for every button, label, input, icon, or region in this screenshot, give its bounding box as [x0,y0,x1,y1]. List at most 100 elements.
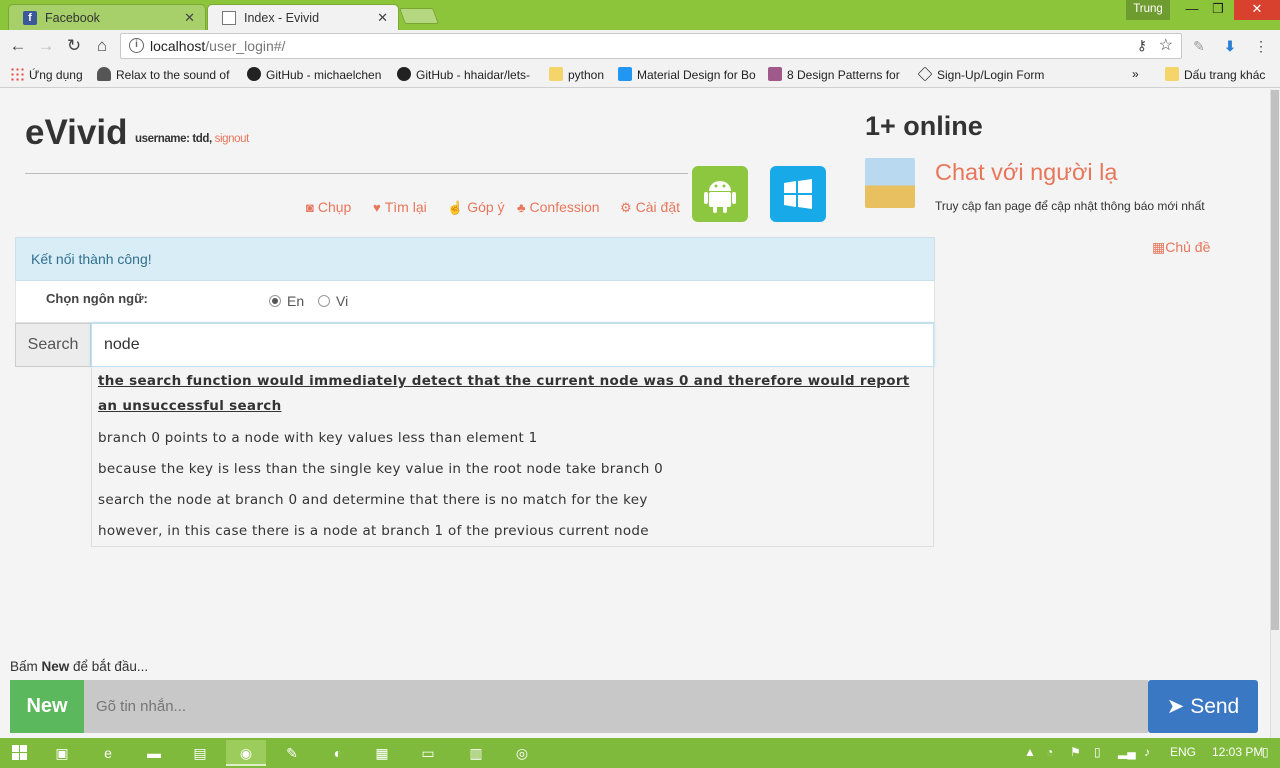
cmd-icon[interactable]: ▭ [408,740,448,766]
menu-item-gop-y[interactable]: ☝ Góp ý [447,199,505,216]
key-icon[interactable]: ⚷ [1137,37,1147,54]
chat-prompt: Bấm New để bắt đầu... [10,659,148,674]
flag-icon[interactable]: ⚑ [1070,745,1081,759]
bookmark-label: Dấu trang khác [1184,68,1266,82]
battery-icon[interactable]: ▯ [1094,745,1101,759]
menu-item-tim-lai[interactable]: ♥ Tìm lại [373,199,427,215]
material-icon [618,67,632,81]
notifications-icon[interactable]: ▯ [1262,745,1269,759]
scrollbar-thumb[interactable] [1271,90,1279,630]
menu-item-chup[interactable]: ◙ Chụp [306,199,351,215]
ie-icon[interactable]: e [88,740,128,766]
new-chat-button[interactable]: New [10,680,84,733]
topics-label: Chủ đề [1165,239,1211,255]
close-icon[interactable]: ✕ [377,7,388,29]
topics-link[interactable]: ▦Chủ đề [1152,239,1210,256]
signout-link[interactable]: signout [215,133,250,145]
bookmark-label: GitHub - michaelchen [266,68,382,82]
suggestion-item[interactable]: search the node at branch 0 and determin… [98,492,648,508]
profile-button[interactable]: Trung [1126,0,1170,20]
chat-title-link[interactable]: Chat với người lạ [935,159,1117,186]
close-icon[interactable]: ✕ [184,7,195,29]
menu-icon[interactable]: ⋮ [1252,37,1270,55]
bookmark-label: Relax to the sound of [116,68,230,82]
clock[interactable]: 12:03 PM [1212,745,1263,759]
bookmark-label: 8 Design Patterns for [787,68,900,82]
brand-logo[interactable]: eVivid [25,113,127,153]
network-icon[interactable]: ◔ [1046,745,1053,759]
android-app-button[interactable] [692,166,748,222]
bookmark-github-1[interactable]: GitHub - michaelchen [247,67,385,82]
tray-up-icon[interactable]: ▲ [1024,745,1036,759]
suggestion-item[interactable]: however, in this case there is a node at… [98,523,649,539]
bookmark-python[interactable]: python [549,67,609,82]
bookmark-github-2[interactable]: GitHub - hhaidar/lets- [397,67,535,82]
radio-en[interactable]: En [269,293,304,309]
suggestion-item[interactable]: branch 0 points to a node with key value… [98,430,538,446]
menu-item-cai-dat[interactable]: ⚙ Cài đặt [620,199,680,216]
radio-vi[interactable]: Vi [318,293,348,309]
window-close-button[interactable]: ✕ [1234,0,1280,20]
relax-icon [97,67,111,81]
new-tab-button[interactable] [399,8,439,24]
chrome-icon[interactable]: ◉ [226,740,266,766]
wifi-icon[interactable]: ▂▄ [1118,745,1136,759]
message-input[interactable] [84,680,1148,733]
github-icon [247,67,261,81]
menu-item-confession[interactable]: ♣ Confession [517,199,600,215]
back-icon[interactable]: ← [8,36,28,56]
restore-button[interactable]: ❐ [1204,0,1232,20]
address-bar[interactable]: i localhost/user_login#/ ⚷ ☆ [120,33,1182,59]
language-indicator[interactable]: ENG [1170,745,1196,759]
prompt-text: để bắt đầu... [69,659,149,674]
user-info: username: tdd, signout [135,133,249,145]
language-selector: Chọn ngôn ngữ: En Vi [15,281,935,323]
chat-thumbnail[interactable] [865,158,915,208]
bookmarks-more-button[interactable]: » [1132,67,1139,81]
search-button[interactable]: Search [15,323,91,367]
start-button[interactable] [0,740,40,766]
minimize-button[interactable]: — [1178,0,1206,20]
windows-start-icon [12,745,27,760]
app-icon[interactable]: ◎ [502,740,542,766]
notepad-icon[interactable]: ✎ [272,740,312,766]
android-icon [704,181,736,213]
suggestion-item[interactable]: because the key is less than the single … [98,461,663,477]
extension-icon[interactable]: ✎ [1190,37,1208,55]
app-icon[interactable]: ▤ [180,740,220,766]
language-label: Chọn ngôn ngữ: [46,291,148,306]
bookmark-design-patterns[interactable]: 8 Design Patterns for [768,67,904,82]
facebook-icon: f [23,11,37,25]
info-icon[interactable]: i [129,38,144,53]
folder-icon [1165,67,1179,81]
send-button[interactable]: ➤ Send [1148,680,1258,733]
search-input[interactable] [91,323,934,367]
task-view-icon[interactable]: ▣ [42,740,82,766]
bookmark-material[interactable]: Material Design for Bo [618,67,756,82]
bookmark-apps[interactable]: Ứng dụng [10,67,90,82]
github-icon [397,67,411,81]
reload-icon[interactable]: ↻ [64,36,84,56]
home-icon[interactable]: ⌂ [92,36,112,56]
explorer-icon[interactable]: ▬ [134,740,174,766]
paper-plane-icon: ➤ [1166,695,1191,718]
windows-app-button[interactable] [770,166,826,222]
bookmark-star-icon[interactable]: ☆ [1159,35,1173,55]
bookmarks-bar: Ứng dụng Relax to the sound of GitHub - … [0,62,1280,88]
bookmark-relax[interactable]: Relax to the sound of [97,67,235,82]
window-icon[interactable]: ▥ [456,740,496,766]
suggestion-item[interactable]: the search function would immediately de… [98,369,918,419]
username-label: username: tdd, [135,133,212,145]
tab-facebook[interactable]: f Facebook ✕ [8,4,206,30]
url-text[interactable]: localhost/user_login#/ [150,38,285,54]
volume-icon[interactable]: ♪ [1144,745,1150,759]
download-icon[interactable]: ⬇ [1221,37,1239,55]
forward-icon[interactable]: → [36,36,56,56]
page-content: eVivid username: tdd, signout ◙ Chụp ♥ Tìm… [0,89,1270,738]
terminal-icon[interactable]: ▦ [362,740,402,766]
radio-unchecked-icon [318,295,330,307]
tab-evivid[interactable]: Index - Evivid ✕ [207,4,399,30]
bookmark-signup[interactable]: Sign-Up/Login Form [918,67,1058,82]
bookmark-other[interactable]: Dấu trang khác [1165,67,1275,82]
edge-icon[interactable]: ◐ [318,740,358,766]
